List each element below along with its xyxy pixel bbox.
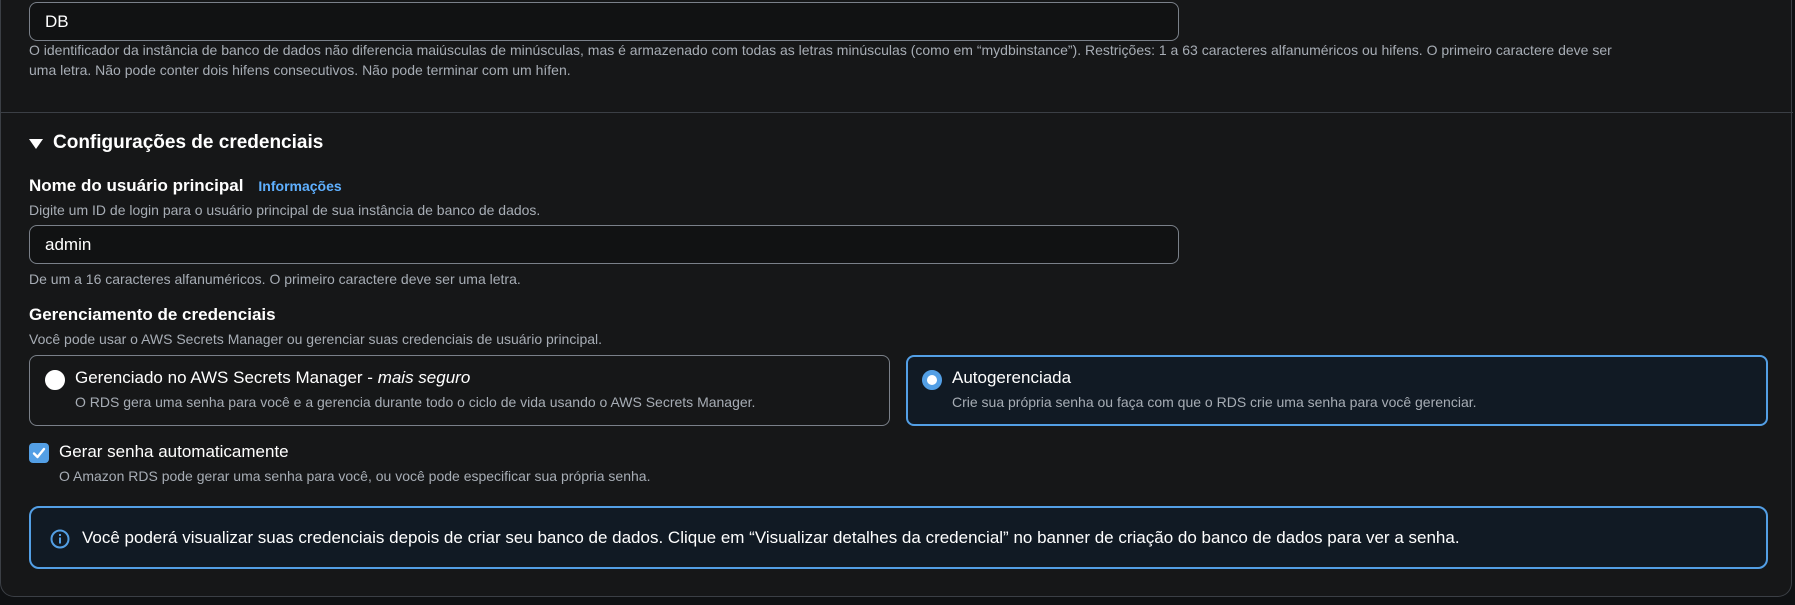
- radio-option-secrets-manager[interactable]: Gerenciado no AWS Secrets Manager - mais…: [29, 355, 890, 426]
- radio-button-checked[interactable]: [922, 370, 942, 390]
- master-username-label: Nome do usuário principal: [29, 176, 244, 195]
- auto-password-label[interactable]: Gerar senha automaticamente: [59, 442, 289, 462]
- master-username-description: Digite um ID de login para o usuário pri…: [29, 202, 541, 218]
- radio-button-unchecked[interactable]: [45, 370, 65, 390]
- master-username-label-row: Nome do usuário principal Informações: [29, 176, 342, 196]
- info-link[interactable]: Informações: [258, 178, 341, 194]
- radio-option-description: Crie sua própria senha ou faça com que o…: [952, 394, 1477, 410]
- db-instance-identifier-input[interactable]: [29, 2, 1179, 41]
- info-icon: [50, 529, 70, 549]
- radio-option-self-managed[interactable]: Autogerenciada Crie sua própria senha ou…: [906, 355, 1768, 426]
- caret-down-icon: [29, 138, 43, 149]
- credential-management-label: Gerenciamento de credenciais: [29, 305, 276, 324]
- db-identifier-hint-line-1: O identificador da instância de banco de…: [29, 42, 1612, 58]
- section-divider: [1, 112, 1793, 113]
- db-identifier-hint-line-2: uma letra. Não pode conter dois hifens c…: [29, 62, 571, 78]
- radio-option-title-text: Gerenciado no AWS Secrets Manager -: [75, 368, 378, 387]
- radio-option-description: O RDS gera uma senha para você e a geren…: [75, 394, 756, 410]
- section-title: Configurações de credenciais: [53, 132, 324, 153]
- info-alert-text: Você poderá visualizar suas credenciais …: [82, 528, 1460, 547]
- radio-option-title: Autogerenciada: [952, 368, 1072, 387]
- auto-password-description: O Amazon RDS pode gerar uma senha para v…: [59, 468, 651, 484]
- info-alert: Você poderá visualizar suas credenciais …: [29, 506, 1768, 569]
- radio-option-title-emphasis: mais seguro: [377, 368, 471, 387]
- credentials-section-toggle[interactable]: Configurações de credenciais: [29, 132, 323, 154]
- credentials-panel: O identificador da instância de banco de…: [0, 0, 1793, 597]
- credential-management-description: Você pode usar o AWS Secrets Manager ou …: [29, 331, 603, 347]
- master-username-constraint: De um a 16 caracteres alfanuméricos. O p…: [29, 271, 521, 287]
- checkmark-icon: [32, 447, 46, 459]
- auto-password-checkbox[interactable]: [29, 443, 49, 463]
- radio-option-title: Gerenciado no AWS Secrets Manager - mais…: [75, 368, 470, 388]
- master-username-input[interactable]: [29, 225, 1179, 264]
